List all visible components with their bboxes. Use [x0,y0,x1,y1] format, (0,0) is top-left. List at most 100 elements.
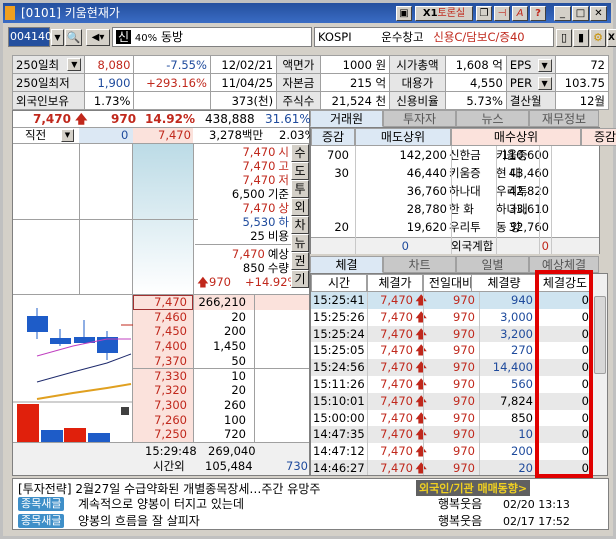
memo-icon[interactable]: ▯ [556,29,572,47]
forum-button[interactable]: X1토론실 [415,6,473,21]
stock-name-field[interactable]: 신 40% 동방 [112,27,312,47]
search-icon[interactable]: 🔍 [65,29,82,46]
tab-2[interactable]: 일별 [456,256,529,273]
volume-bar [64,428,86,442]
prev-dropdown[interactable]: ▼ [61,129,74,142]
info-cell: 72 [554,55,610,74]
info-cell: 1,608 억 [444,55,507,74]
bid-row[interactable]: 7,460 20 [133,309,309,325]
after-hours-volume: 105,484 [205,459,253,473]
summary-item: 25 비용 [250,229,289,243]
info-cell: 250일최저 [11,73,86,92]
maximize-button[interactable]: □ [572,6,589,21]
sound-icon[interactable]: ◀▾ [86,29,110,46]
bid-row[interactable]: 7,300 260 [133,397,309,413]
tab-0[interactable]: 거래원 [310,110,383,127]
info-cell: 결산월 [505,91,556,110]
bid-row[interactable]: 7,470 266,210 [133,295,309,310]
stock-info-table: 250일최 ▼ 8,080 -7.55% 12/02/21 액면가 1000 원 시가총액 1,… [11,55,610,110]
expected-item: 850 수량 [242,261,289,275]
title-bar[interactable]: [0101] 키움현재가 ▣ X1토론실 ❐ ⊣ A ? _ □ ✕ [3,3,611,23]
bid-row[interactable]: 7,260 100 [133,412,309,428]
current-price: 7,470 🡅 [33,112,88,126]
expected-item: 7,470 예상 [231,247,289,261]
gear-icon[interactable]: ⚙ [590,29,606,47]
info-cell: 250일최 ▼ [11,55,86,74]
volume-bar [88,433,110,442]
code-dropdown[interactable]: ▼ [51,29,64,46]
minimize-button[interactable]: _ [554,6,571,21]
link-icon[interactable]: ❐ [476,6,492,21]
save-icon[interactable]: ▣ [396,6,412,21]
up-arrow-icon: 🡅 [415,461,428,475]
scroll-thumb[interactable] [594,296,606,374]
bid-row[interactable]: 7,250 720 [133,427,309,442]
info-row: 외국인보유 1.73% 373(천) 주식수 21,524 천 신용비율 5.73% 결산월 1… [11,91,610,110]
foreign-institution-link[interactable]: 외국인/기관 매매동향> [416,480,531,496]
dropdown-icon[interactable]: ▼ [67,57,82,71]
info-cell: 8,080 [84,55,135,74]
help-button[interactable]: ? [530,6,546,21]
volume-ratio: 31.61% [265,112,311,126]
side-button[interactable]: 투 [291,180,309,198]
news-headline[interactable]: [투자전략] 2월27일 수급약화된 개별종목장세…주간 유망주 [18,480,320,497]
page-icon[interactable]: ▮ [573,29,589,47]
info-cell: 외국인보유 [11,91,86,110]
summary-item: 6,500 기준 [231,187,289,201]
quote-time: 15:29:48 [145,444,197,458]
mini-chart [13,308,133,442]
price-rate: 14.92% [145,112,195,126]
tab-1[interactable]: 차트 [383,256,456,273]
tab-0[interactable]: 체결 [310,256,383,273]
broker-tabs: 거래원 투자자 뉴스 재무정보 [310,110,608,127]
prev-price: 7,470 [158,128,191,142]
stock-name: 동방 [160,30,184,44]
side-button[interactable]: 뉴 [291,234,309,252]
tab-2[interactable]: 뉴스 [456,110,529,127]
toolbar: 004140 ▼ 🔍 ◀▾ 신 40% 동방 KOSPI 운수창고 신용C/담보… [8,27,616,49]
candle [50,338,71,344]
news-panel: [투자전략] 2월27일 수급약화된 개별종목장세…주간 유망주 외국인/기관 … [12,478,609,530]
bid-list: 7,470 266,210 7,460 20 7,450 200 7,400 1,450 7,3… [133,295,309,442]
window-title: [0101] 키움현재가 [21,6,120,20]
side-button[interactable]: 차 [291,216,309,234]
up-arrow-icon: 🡅 [415,309,428,324]
info-cell: 주식수 [276,91,321,110]
pin-icon[interactable]: ⊣ [494,6,510,21]
bid-row[interactable]: 7,400 1,450 [133,339,309,354]
up-arrow-icon: 🡅 [415,293,428,307]
bid-row[interactable]: 7,450 200 [133,324,309,340]
info-cell: 1000 원 [319,55,391,74]
news-item[interactable]: 종목새글 양봉의 흐름을 잘 살피자 행복웃음 02/17 17:52 [18,513,603,530]
tab-1[interactable]: 투자자 [383,110,456,127]
up-arrow-icon: 🡅 [415,326,428,341]
scrollbar[interactable] [593,274,607,475]
info-row: 250일최저 1,900 +293.16% 11/04/25 자본금 215 억 대용가 4,… [11,73,610,92]
side-button[interactable]: 기 [291,270,309,288]
side-button[interactable]: 권 [291,252,309,270]
tab-3[interactable]: 재무정보 [529,110,599,127]
news-item[interactable]: 종목새글 계속적으로 양봉이 터지고 있는데 행복웃음 02/20 13:13 [18,496,603,513]
market: KOSPI [318,30,352,44]
x1-button[interactable]: X1 [607,29,616,47]
dropdown-icon[interactable]: ▼ [537,58,552,72]
stock-code-input[interactable]: 004140 [8,27,52,47]
side-button[interactable]: 외 [291,198,309,216]
info-cell: -7.55% [133,55,211,74]
side-button[interactable]: 수 [291,144,309,162]
up-arrow-icon: 🡅 [197,275,209,289]
bid-row[interactable]: 7,370 50 [133,353,309,369]
candle [27,316,48,332]
bid-row[interactable]: 7,320 20 [133,383,309,398]
bid-row[interactable]: 7,330 10 [133,368,309,384]
info-cell: 자본금 [276,73,321,92]
font-icon[interactable]: A [512,6,528,21]
dropdown-icon[interactable]: ▼ [537,76,552,90]
volume-bar [17,404,39,442]
broker-header: 증감 [581,128,616,146]
info-cell: 373(천) [209,91,278,110]
close-button[interactable]: ✕ [590,6,607,21]
up-arrow-icon: 🡅 [415,444,428,459]
side-button[interactable]: 도 [291,162,309,180]
ma-line [36,353,132,383]
